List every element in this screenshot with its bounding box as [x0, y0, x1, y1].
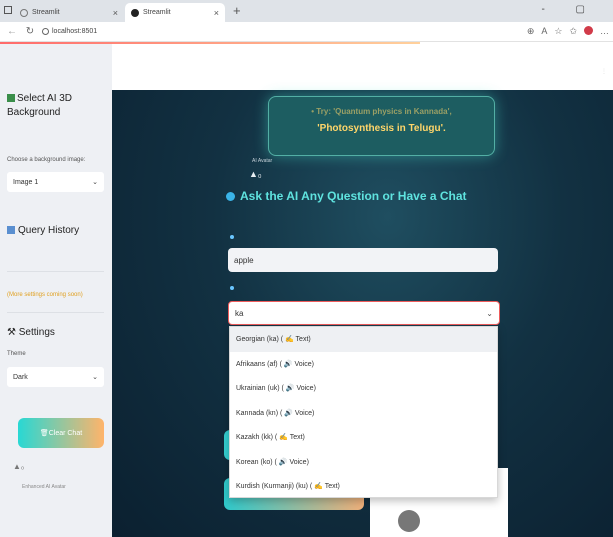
hint-line-2: 'Photosynthesis in Telugu'.: [317, 123, 446, 134]
language-option[interactable]: Kurdish (Kurmanji) (ku) ( ✍ Text): [230, 474, 497, 499]
chevron-down-icon: ⌄: [92, 374, 98, 381]
tab-title: Streamlit: [32, 9, 60, 16]
back-arrow-icon[interactable]: ←: [6, 26, 18, 37]
question-input-value: apple: [234, 255, 254, 265]
more-menu-icon[interactable]: …: [600, 26, 609, 37]
sidebar-avatar-caption: Enhanced AI Avatar: [22, 484, 66, 490]
info-icon[interactable]: [42, 28, 49, 35]
settings-title: ⚒ Settings: [7, 327, 55, 338]
language-option[interactable]: Georgian (ka) ( ✍ Text): [230, 327, 497, 352]
deploy-menu[interactable]: ⋮: [601, 68, 607, 75]
new-tab-button[interactable]: +: [233, 3, 241, 18]
favorite-star-icon[interactable]: ☆: [554, 26, 562, 37]
ai-avatar-caption: AI Avatar: [252, 158, 273, 164]
sidebar: Select AI 3D Background Choose a backgro…: [0, 44, 112, 537]
tab-favicon-icon: [131, 8, 139, 17]
sidebar-avatar-icon: ▲₀: [13, 462, 25, 471]
translate-icon[interactable]: ⊕: [527, 26, 535, 37]
browser-tab-2[interactable]: Streamlit ×: [125, 3, 225, 22]
address-bar: ← ↻ localhost:8501 ⊕ A ☆ ✩ …: [0, 22, 613, 42]
language-option[interactable]: Kazakh (kk) ( ✍ Text): [230, 425, 497, 450]
page-heading: Ask the AI Any Question or Have a Chat: [226, 189, 467, 203]
language-option[interactable]: Afrikaans (af) ( 🔊 Voice): [230, 352, 497, 377]
language-option[interactable]: Korean (ko) ( 🔊 Voice): [230, 450, 497, 475]
theme-select-value: Dark: [13, 373, 28, 381]
sidebar-divider: [7, 271, 104, 272]
streamlit-header: ⋮: [112, 44, 613, 90]
question-input[interactable]: apple: [228, 248, 498, 272]
background-select-label: Choose a background image:: [7, 157, 86, 163]
profile-avatar-icon[interactable]: [584, 26, 593, 35]
sidebar-divider: [7, 312, 104, 313]
language-options-list: Georgian (ka) ( ✍ Text) Afrikaans (af) (…: [229, 326, 498, 498]
chevron-down-icon: ⌄: [486, 308, 493, 318]
chevron-down-icon: ⌄: [92, 179, 98, 186]
url-field[interactable]: localhost:8501: [42, 28, 97, 35]
language-select[interactable]: ka ⌄: [228, 301, 500, 325]
background-select-value: Image 1: [13, 178, 39, 186]
ai-avatar-icon: ▲₀: [249, 169, 262, 179]
tab-favicon-icon: [20, 8, 28, 17]
browser-tab-1[interactable]: Streamlit ×: [14, 3, 124, 22]
language-label-icon: [230, 286, 234, 290]
window-controls[interactable]: - ▢: [541, 4, 599, 15]
more-settings-note: (More settings coming soon): [7, 292, 83, 298]
theme-select[interactable]: Dark ⌄: [7, 367, 104, 387]
hint-line-1: • Try: 'Quantum physics in Kannada',: [311, 107, 452, 116]
reload-icon[interactable]: ↻: [24, 26, 36, 37]
books-icon: [7, 226, 15, 234]
query-history-expander[interactable]: Query History: [7, 225, 79, 236]
close-tab-icon[interactable]: ×: [113, 8, 118, 18]
favorites-icon[interactable]: ✩: [569, 26, 577, 37]
background-section-title: Select AI 3D Background: [7, 93, 73, 118]
browser-toolbar: ⊕ A ☆ ✩ …: [527, 26, 609, 37]
language-option[interactable]: Ukrainian (uk) ( 🔊 Voice): [230, 376, 497, 401]
url-text: localhost:8501: [52, 28, 98, 35]
window-menu-icon[interactable]: [4, 6, 12, 14]
language-search-value: ka: [235, 308, 244, 318]
hint-card: • Try: 'Quantum physics in Kannada', 'Ph…: [268, 96, 495, 156]
clear-chat-button[interactable]: 🗑 Clear Chat: [18, 418, 104, 448]
background-select[interactable]: Image 1 ⌄: [7, 172, 104, 192]
chat-bubble-icon: [226, 191, 235, 201]
trash-icon: 🗑: [39, 430, 49, 437]
tab-title: Streamlit: [143, 9, 171, 16]
theme-label: Theme: [7, 351, 26, 357]
browser-tab-bar: Streamlit × Streamlit × + - ▢: [0, 0, 613, 22]
language-option[interactable]: Kannada (kn) ( 🔊 Voice): [230, 401, 497, 426]
read-aloud-icon[interactable]: A: [541, 26, 547, 37]
question-label-icon: [230, 235, 234, 239]
avatar-circle: [398, 510, 420, 532]
close-tab-icon[interactable]: ×: [214, 8, 219, 18]
frame-icon: [7, 94, 15, 102]
wrench-icon: ⚒: [7, 327, 19, 338]
